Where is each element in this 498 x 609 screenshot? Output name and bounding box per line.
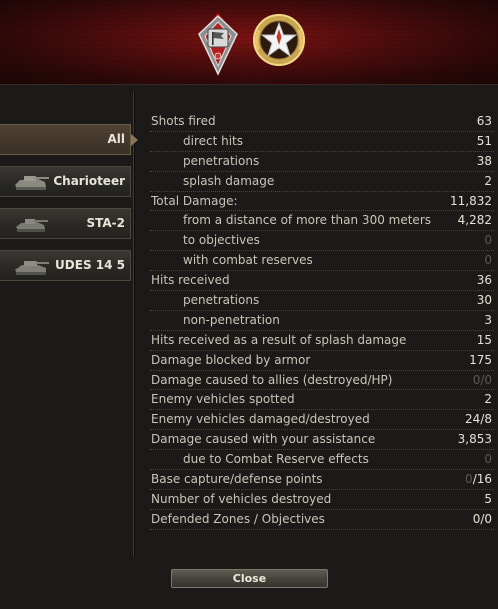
- stat-label: splash damage: [183, 173, 275, 188]
- stat-value: 2: [484, 173, 492, 188]
- stat-value: 5: [484, 491, 492, 506]
- stat-label: from a distance of more than 300 meters: [183, 213, 431, 228]
- stat-row: non-penetration 3: [150, 311, 494, 331]
- close-button[interactable]: Close: [171, 569, 328, 588]
- stat-value: 2: [484, 392, 492, 407]
- stat-value: 3,853: [457, 432, 492, 447]
- sidebar-item-charioteer[interactable]: Charioteer: [0, 166, 131, 197]
- sidebar-item-udes-14-5[interactable]: UDES 14 5: [0, 250, 131, 281]
- stat-row: Total Damage: 11,832: [150, 192, 494, 212]
- stat-row: from a distance of more than 300 meters 4…: [150, 211, 494, 232]
- vehicle-sidebar: All Charioteer STA-2 UDES 14 5: [0, 124, 138, 292]
- stat-label: Damage caused to allies (destroyed/HP): [151, 372, 393, 387]
- stat-value: 0: [484, 233, 492, 248]
- stat-label: Total Damage:: [151, 193, 238, 208]
- stat-label: penetrations: [183, 153, 260, 168]
- stat-value-dim-part: 0: [465, 472, 473, 487]
- stat-label: to objectives: [183, 233, 260, 248]
- stat-row: direct hits 51: [150, 132, 494, 152]
- stat-value: 51: [476, 133, 492, 148]
- stat-value: 0/16: [465, 470, 492, 489]
- stat-label: Number of vehicles destroyed: [151, 491, 332, 506]
- stat-row: Enemy vehicles damaged/destroyed 24/8: [150, 410, 494, 431]
- stat-value: 3: [484, 312, 492, 327]
- stat-row: Hits received 36: [150, 271, 494, 292]
- stat-value: 30: [476, 293, 492, 308]
- stat-row: with combat reserves 0: [150, 251, 494, 272]
- stat-label: Hits received: [151, 273, 230, 288]
- stat-value: 63: [476, 114, 492, 128]
- sidebar-divider: [133, 92, 134, 556]
- stat-row: Number of vehicles destroyed 5: [150, 490, 494, 510]
- stat-row: Shots fired 63: [150, 112, 494, 132]
- stat-row: Defended Zones / Objectives 0/0: [150, 510, 494, 530]
- stat-label: Enemy vehicles spotted: [151, 392, 295, 407]
- stat-row: Enemy vehicles spotted 2: [150, 390, 494, 411]
- stat-row: to objectives 0: [150, 231, 494, 252]
- stat-value: 0: [484, 452, 492, 467]
- stat-value: 4,282: [457, 213, 492, 228]
- stat-label: direct hits: [183, 133, 244, 148]
- stat-label: Shots fired: [151, 114, 216, 128]
- stat-label: non-penetration: [183, 312, 280, 327]
- stat-row: Damage caused with your assistance 3,853: [150, 430, 494, 451]
- stat-value: 36: [476, 273, 492, 288]
- stat-value: 24/8: [465, 412, 492, 427]
- stat-value: 11,832: [450, 193, 492, 208]
- tank-icon: [12, 171, 50, 197]
- battle-stats-table: Shots fired 63 direct hits 51 penetrations…: [150, 112, 494, 530]
- star-wreath-medal-icon[interactable]: [249, 12, 309, 74]
- stat-label: Hits received as a result of splash dama…: [151, 332, 407, 347]
- stat-value: 0/0: [472, 511, 492, 526]
- sidebar-item-label: UDES 14 5: [55, 258, 125, 272]
- stat-row: Damage caused to allies (destroyed/HP) 0/…: [150, 371, 494, 391]
- stat-label: penetrations: [183, 293, 260, 308]
- stat-value: 0: [484, 253, 492, 268]
- stat-label: with combat reserves: [183, 253, 313, 268]
- stat-row: penetrations 38: [150, 152, 494, 172]
- stat-value: 0/0: [472, 372, 492, 387]
- stat-row: Base capture/defense points 0/16: [150, 470, 494, 490]
- tank-icon: [12, 255, 50, 281]
- stat-row: due to Combat Reserve effects 0: [150, 450, 494, 471]
- active-arrow-icon: [131, 134, 138, 146]
- stat-value: 15: [476, 332, 492, 347]
- sidebar-item-label: All: [107, 132, 125, 146]
- stat-value-main-part: /16: [472, 472, 492, 487]
- stat-value: 38: [476, 153, 492, 168]
- stat-label: Defended Zones / Objectives: [151, 511, 325, 526]
- sidebar-item-sta-2[interactable]: STA-2: [0, 208, 131, 239]
- stat-label: Enemy vehicles damaged/destroyed: [151, 412, 370, 427]
- stat-row: splash damage 2: [150, 172, 494, 192]
- stat-label: Damage blocked by armor: [151, 352, 311, 367]
- stat-row: Hits received as a result of splash dama…: [150, 331, 494, 351]
- stat-label: Damage caused with your assistance: [151, 432, 376, 447]
- stat-row: penetrations 30: [150, 291, 494, 311]
- sidebar-item-label: STA-2: [86, 216, 125, 230]
- flag-shield-medal-icon[interactable]: [197, 12, 239, 80]
- stat-row: Damage blocked by armor 175: [150, 351, 494, 371]
- stat-value: 175: [469, 352, 492, 367]
- results-header: [0, 0, 498, 85]
- sidebar-item-all[interactable]: All: [0, 124, 138, 155]
- tank-icon: [12, 213, 50, 239]
- stat-label: Base capture/defense points: [151, 472, 323, 487]
- sidebar-item-label: Charioteer: [53, 174, 125, 188]
- stat-label: due to Combat Reserve effects: [183, 452, 369, 467]
